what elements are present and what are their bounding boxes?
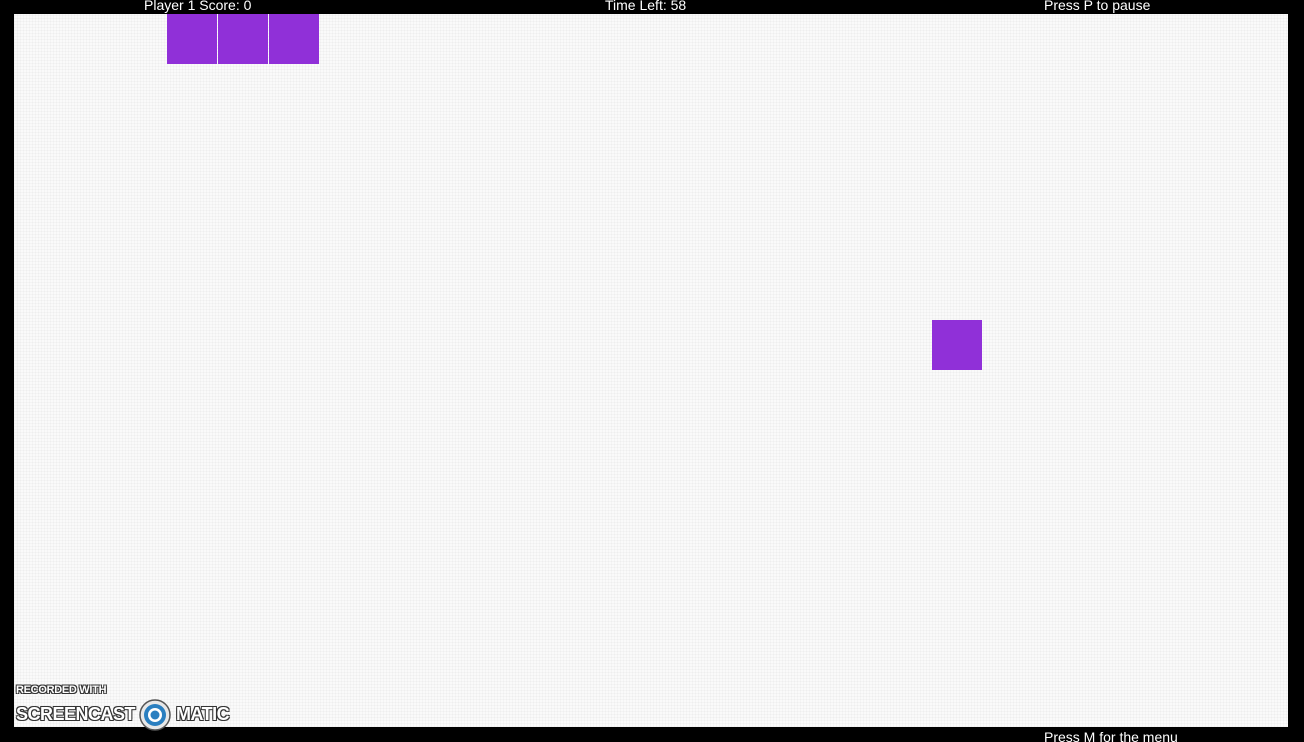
watermark-matic: MATIC (176, 704, 230, 724)
food-block (932, 320, 982, 370)
screencast-watermark: RECORDED WITH SCREENCAST MATIC (16, 684, 246, 732)
game-screen: Player 1 Score: 0 Time Left: 58 Press P … (0, 0, 1304, 742)
watermark-screencast: SCREENCAST (16, 704, 136, 724)
screencast-o-matic-logo-icon (138, 698, 172, 732)
score-label: Player 1 Score: 0 (144, 0, 252, 13)
snake-head (269, 14, 319, 64)
snake-segment (218, 14, 268, 64)
snake-segment (167, 14, 217, 64)
menu-hint: Press M for the menu (1044, 729, 1178, 742)
watermark-recorded-with: RECORDED WITH (16, 684, 107, 696)
pause-hint: Press P to pause (1044, 0, 1151, 13)
time-left-label: Time Left: 58 (605, 0, 687, 13)
game-board[interactable] (14, 14, 1288, 727)
